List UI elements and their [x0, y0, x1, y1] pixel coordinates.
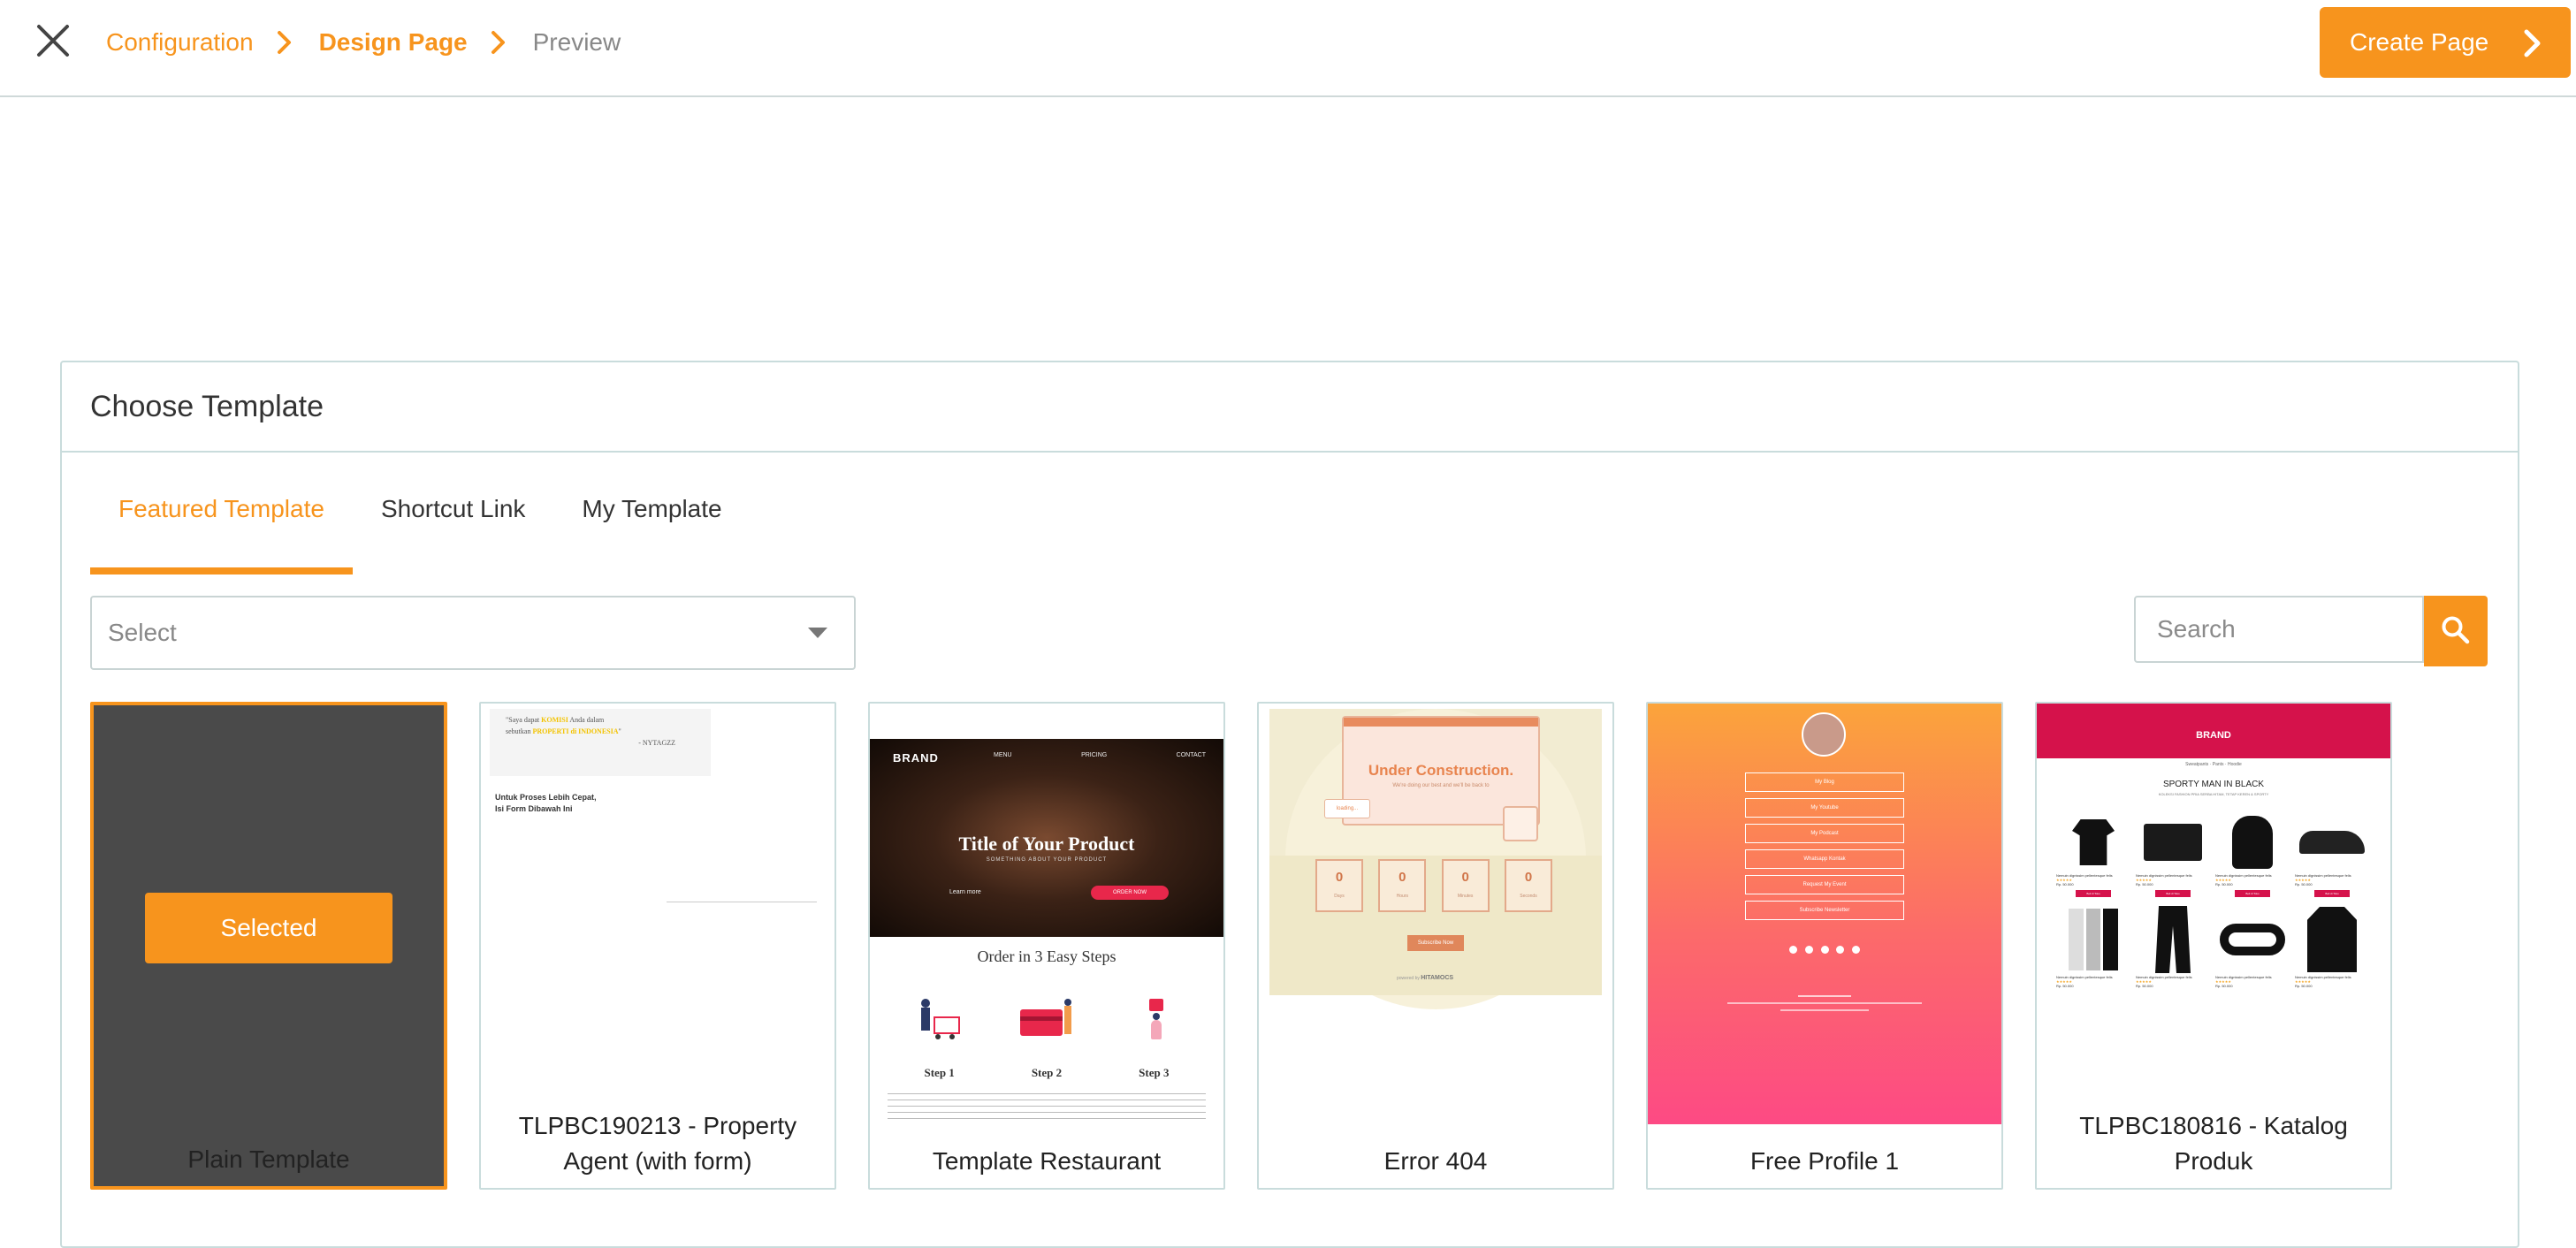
footer-line: [1798, 995, 1851, 997]
subscribe-button: Subscribe Now: [1407, 935, 1464, 951]
search-button[interactable]: [2424, 596, 2488, 666]
search-input[interactable]: [2134, 596, 2424, 663]
search-icon: [2442, 616, 2470, 644]
template-card-free-profile[interactable]: My Blog My Youtube My Podcast Whatsapp K…: [1646, 702, 2003, 1190]
steps-labels: Step 1 Step 2 Step 3: [924, 1066, 1170, 1079]
tab-shortcut-link[interactable]: Shortcut Link: [353, 495, 553, 575]
product-grid: Nemuin dignissim pellentesque felis ★★★★★…: [2056, 811, 2371, 988]
step1-illustration: [909, 999, 962, 1043]
breadcrumb-preview: Preview: [532, 28, 621, 56]
step2-illustration: [1020, 999, 1077, 1043]
search-group: [2134, 596, 2488, 666]
create-page-label: Create Page: [2350, 28, 2489, 56]
construction-subtitle: We're doing our best and we'll be back t…: [1392, 783, 1490, 788]
hero-link: Learn more: [949, 889, 981, 895]
catalog-title: SPORTY MAN IN BLACK: [2162, 780, 2265, 789]
template-thumbnail: BRAND Sweatpants · Pants · Hoodie SPORTY…: [2037, 704, 2390, 1124]
template-card-katalog-produk[interactable]: BRAND Sweatpants · Pants · Hoodie SPORTY…: [2035, 702, 2392, 1190]
breadcrumb-design-page[interactable]: Design Page: [319, 28, 468, 57]
powered-by: powered by HITAMOCS: [1397, 975, 1454, 981]
category-select[interactable]: Select: [90, 596, 856, 670]
select-placeholder: Select: [108, 619, 177, 646]
chevron-right-icon: [491, 31, 505, 54]
template-name: Error 404: [1383, 1147, 1488, 1175]
hero-cta: ORDER NOW: [1091, 886, 1169, 900]
close-icon[interactable]: [32, 19, 74, 62]
social-icons: [1789, 946, 1860, 954]
breadcrumb: Configuration Design Page Preview: [106, 25, 621, 60]
template-name: TLPBC180816 - Katalog Produk: [2079, 1112, 2348, 1175]
catalog-subtitle: KOLEKSI FASHION PRIA SERBA HITAM, TETAP …: [2158, 792, 2269, 796]
step3-illustration: [1132, 995, 1185, 1043]
preview-nav: MENU PRICING CONTACT: [994, 752, 1206, 758]
template-card-property-agent[interactable]: "Saya dapat KOMISI Anda dalam sebutkan P…: [479, 702, 836, 1190]
footer-line: [1780, 1009, 1869, 1011]
avatar: [1802, 712, 1846, 757]
construction-title: Under Construction.: [1368, 762, 1514, 779]
template-thumbnail: Under Construction. We're doing our best…: [1259, 704, 1612, 1124]
catalog-nav: Sweatpants · Pants · Hoodie: [2185, 762, 2242, 767]
catalog-brand: BRAND: [2196, 730, 2231, 741]
template-card-restaurant[interactable]: BRAND MENU PRICING CONTACT Title of Your P…: [868, 702, 1225, 1190]
form-heading: Untuk Proses Lebih Cepat, Isi Form Dibaw…: [495, 793, 597, 813]
template-thumbnail: My Blog My Youtube My Podcast Whatsapp K…: [1648, 704, 2001, 1124]
loading-badge: loading...: [1324, 799, 1370, 818]
testimonial-box: "Saya dapat KOMISI Anda dalam sebutkan P…: [490, 709, 711, 776]
template-name: TLPBC190213 - Property Agent (with form): [518, 1112, 797, 1175]
template-name: Free Profile 1: [1749, 1147, 1900, 1175]
breadcrumb-configuration[interactable]: Configuration: [106, 28, 254, 57]
countdown: 0 Days 0 Hours 0 Minutes 0 Seconds: [1315, 859, 1552, 912]
chevron-right-icon: [2524, 29, 2541, 57]
create-page-button[interactable]: Create Page: [2320, 7, 2571, 78]
template-thumbnail: BRAND MENU PRICING CONTACT Title of Your P…: [870, 704, 1223, 1124]
hero-title: Title of Your Product: [958, 833, 1135, 855]
template-tabs: Featured Template Shortcut Link My Templ…: [90, 495, 751, 576]
hero-subtitle: SOMETHING ABOUT YOUR PRODUCT: [986, 857, 1108, 863]
steps-title: Order in 3 Easy Steps: [977, 947, 1117, 965]
template-card-plain[interactable]: Selected Plain Template: [90, 702, 447, 1190]
brand-logo: BRAND: [893, 751, 939, 765]
selected-button[interactable]: Selected: [145, 893, 392, 963]
tab-my-template[interactable]: My Template: [553, 495, 750, 575]
tab-featured-template[interactable]: Featured Template: [90, 495, 353, 575]
template-name: Template Restaurant: [932, 1147, 1162, 1175]
panel-title: Choose Template: [62, 362, 2518, 453]
top-bar: Configuration Design Page Preview Create…: [0, 0, 2576, 97]
choose-template-panel: Choose Template Featured Template Shortc…: [60, 361, 2519, 1248]
caret-down-icon: [808, 628, 827, 638]
template-thumbnail: "Saya dapat KOMISI Anda dalam sebutkan P…: [481, 704, 835, 1124]
template-card-error-404[interactable]: Under Construction. We're doing our best…: [1257, 702, 1614, 1190]
chevron-right-icon: [277, 31, 291, 54]
template-name: Plain Template: [187, 1145, 350, 1173]
profile-links: My Blog My Youtube My Podcast Whatsapp K…: [1745, 772, 1904, 926]
settings-illustration: [1503, 806, 1538, 841]
footer-line: [1727, 1002, 1922, 1004]
steps-description-lines: [888, 1091, 1206, 1122]
